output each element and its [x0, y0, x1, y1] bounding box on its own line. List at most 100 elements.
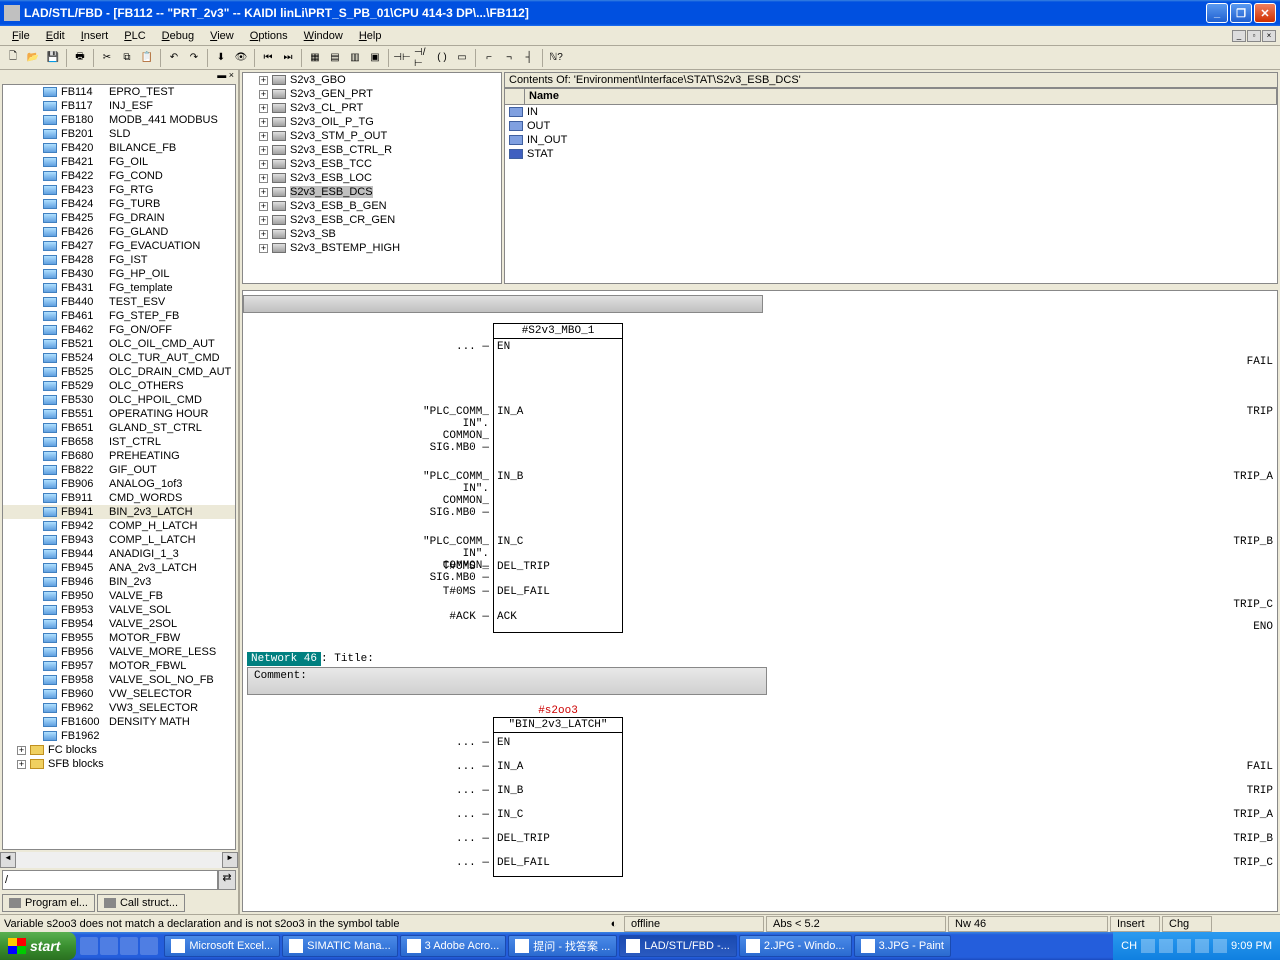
input-signal[interactable]: ... —	[413, 785, 493, 797]
menu-view[interactable]: View	[202, 28, 242, 44]
fb-item[interactable]: FB962VW3_SELECTOR	[3, 701, 235, 715]
help-icon[interactable]: ℕ?	[547, 49, 565, 67]
redo-icon[interactable]: ↷	[185, 49, 203, 67]
fb-item[interactable]: FB946BIN_2v3	[3, 575, 235, 589]
expand-icon[interactable]: +	[259, 216, 268, 225]
fb-item[interactable]: FB180MODB_441 MODBUS	[3, 113, 235, 127]
fb-item[interactable]: FB911CMD_WORDS	[3, 491, 235, 505]
panel-close-icon[interactable]: ▬ ×	[0, 70, 238, 82]
fb-item[interactable]: FB658IST_CTRL	[3, 435, 235, 449]
expand-icon[interactable]: +	[259, 118, 268, 127]
menu-plc[interactable]: PLC	[116, 28, 153, 44]
save-icon[interactable]: 💾	[44, 49, 62, 67]
expand-icon[interactable]: +	[259, 146, 268, 155]
fb-item[interactable]: FB906ANALOG_1of3	[3, 477, 235, 491]
output-signal[interactable]: — "PRT_SIG".PRT_MBO_1.BI_TR_A_MSG	[1277, 435, 1278, 483]
fb-tree[interactable]: FB114EPRO_TESTFB117INJ_ESFFB180MODB_441 …	[2, 84, 236, 850]
undo-icon[interactable]: ↶	[165, 49, 183, 67]
menu-insert[interactable]: Insert	[73, 28, 117, 44]
box-icon[interactable]: ▭	[453, 49, 471, 67]
output-signal[interactable]: — "PRT_SIG".PRT_MBO_1.BI_TR_C_MSG	[1277, 563, 1278, 611]
fb-item[interactable]: FB426FG_GLAND	[3, 225, 235, 239]
fb-item[interactable]: FB420BILANCE_FB	[3, 141, 235, 155]
fb-item[interactable]: FB956VALVE_MORE_LESS	[3, 645, 235, 659]
tray-icon[interactable]	[1159, 939, 1173, 953]
tray-icon[interactable]	[1177, 939, 1191, 953]
fb-item[interactable]: FB958VALVE_SOL_NO_FB	[3, 673, 235, 687]
fb-item[interactable]: FB431FG_template	[3, 281, 235, 295]
fb-item[interactable]: FB942COMP_H_LATCH	[3, 519, 235, 533]
fb-item[interactable]: FB944ANADIGI_1_3	[3, 547, 235, 561]
connection-icon[interactable]: ┤	[520, 49, 538, 67]
fb-item[interactable]: FB521OLC_OIL_CMD_AUT	[3, 337, 235, 351]
scroll-right-icon[interactable]: ►	[222, 852, 238, 868]
fb-item[interactable]: FB943COMP_L_LATCH	[3, 533, 235, 547]
expand-icon[interactable]: +	[259, 132, 268, 141]
monitor-icon[interactable]: 👁	[232, 49, 250, 67]
expand-icon[interactable]: +	[259, 104, 268, 113]
fb-group[interactable]: +SFB blocks	[3, 757, 235, 771]
view1-icon[interactable]: ▦	[306, 49, 324, 67]
fb-item[interactable]: FB421FG_OIL	[3, 155, 235, 169]
fb-item[interactable]: FB960VW_SELECTOR	[3, 687, 235, 701]
input-signal[interactable]: ... —	[413, 761, 493, 773]
grid-row[interactable]: IN_OUT	[505, 133, 1277, 147]
mdi-restore[interactable]: ▫	[1247, 30, 1261, 42]
mdi-close[interactable]: ×	[1262, 30, 1276, 42]
expand-icon[interactable]: +	[259, 244, 268, 253]
tree-item[interactable]: +S2v3_ESB_CTRL_R	[243, 143, 501, 157]
tray-icon[interactable]	[1213, 939, 1227, 953]
branch-close-icon[interactable]: ¬	[500, 49, 518, 67]
tree-item[interactable]: +S2v3_BSTEMP_HIGH	[243, 241, 501, 255]
nav-end-icon[interactable]: ⏭	[279, 49, 297, 67]
grid-row[interactable]: IN	[505, 105, 1277, 119]
minimize-button[interactable]: _	[1206, 3, 1228, 23]
fb-item[interactable]: FB529OLC_OTHERS	[3, 379, 235, 393]
download-icon[interactable]: ⬇	[212, 49, 230, 67]
menu-file[interactable]: File	[4, 28, 38, 44]
taskbar-task[interactable]: SIMATIC Mana...	[282, 935, 398, 957]
fb-item[interactable]: FB530OLC_HPOIL_CMD	[3, 393, 235, 407]
tree-item[interactable]: +S2v3_ESB_LOC	[243, 171, 501, 185]
fb-item[interactable]: FB425FG_DRAIN	[3, 211, 235, 225]
close-button[interactable]: ✕	[1254, 3, 1276, 23]
tab-program-elements[interactable]: Program el...	[2, 894, 95, 912]
input-signal[interactable]: "PLC_COMM_IN".COMMON_SIG.MB0 —	[393, 406, 493, 454]
filter-toggle-icon[interactable]: ⇄	[218, 870, 236, 890]
tree-item[interactable]: +S2v3_ESB_TCC	[243, 157, 501, 171]
fb-item[interactable]: FB551OPERATING HOUR	[3, 407, 235, 421]
taskbar-task[interactable]: Microsoft Excel...	[164, 935, 280, 957]
clock[interactable]: 9:09 PM	[1231, 940, 1272, 952]
output-signal[interactable]: — "PRT_SIG".PRT_MBO_1.TRIP_MSG	[1277, 370, 1278, 406]
coil-icon[interactable]: ( )	[433, 49, 451, 67]
menu-help[interactable]: Help	[351, 28, 390, 44]
expand-icon[interactable]: +	[17, 760, 26, 769]
contact-open-icon[interactable]: ⊣⊢	[393, 49, 411, 67]
fb-item[interactable]: FB525OLC_DRAIN_CMD_AUT	[3, 365, 235, 379]
fb-item[interactable]: FB114EPRO_TEST	[3, 85, 235, 99]
tree-item[interactable]: +S2v3_STM_P_OUT	[243, 129, 501, 143]
fb-item[interactable]: FB428FG_IST	[3, 253, 235, 267]
fb-item[interactable]: FB955MOTOR_FBW	[3, 631, 235, 645]
paste-icon[interactable]: 📋	[138, 49, 156, 67]
cut-icon[interactable]: ✂	[98, 49, 116, 67]
fb-item[interactable]: FB1962	[3, 729, 235, 743]
expand-icon[interactable]: +	[259, 90, 268, 99]
fb-item[interactable]: FB957MOTOR_FBWL	[3, 659, 235, 673]
output-signal[interactable]: — ...	[1277, 833, 1278, 845]
tree-item[interactable]: +S2v3_SB	[243, 227, 501, 241]
tree-item[interactable]: +S2v3_ESB_CR_GEN	[243, 213, 501, 227]
interface-tree[interactable]: +S2v3_GBO+S2v3_GEN_PRT+S2v3_CL_PRT+S2v3_…	[242, 72, 502, 284]
column-name[interactable]: Name	[525, 89, 1277, 104]
input-signal[interactable]: T#0MS —	[393, 561, 493, 573]
input-signal[interactable]: "PLC_COMM_IN".COMMON_SIG.MB0 —	[393, 536, 493, 584]
fb-item[interactable]: FB424FG_TURB	[3, 197, 235, 211]
fb-item[interactable]: FB953VALVE_SOL	[3, 603, 235, 617]
output-signal[interactable]: — ...	[1277, 809, 1278, 821]
menu-window[interactable]: Window	[296, 28, 351, 44]
taskbar-task[interactable]: 3 Adobe Acro...	[400, 935, 507, 957]
fb-item[interactable]: FB941BIN_2v3_LATCH	[3, 505, 235, 519]
tray-icon[interactable]	[1141, 939, 1155, 953]
input-signal[interactable]: "PLC_COMM_IN".COMMON_SIG.MB0 —	[393, 471, 493, 519]
fb-item[interactable]: FB427FG_EVACUATION	[3, 239, 235, 253]
